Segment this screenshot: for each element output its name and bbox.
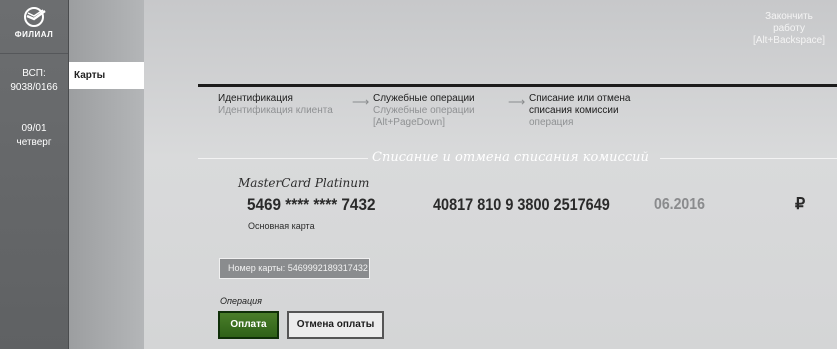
step-commission[interactable]: Списание или отмена списания комиссии оп… [529, 93, 630, 129]
vsp-label: ВСП: [22, 68, 46, 79]
step-identification[interactable]: Идентификация Идентификация клиента [218, 93, 333, 117]
card-number: 5469 **** **** 7432 [247, 195, 376, 214]
step-title: Идентификация [218, 93, 293, 104]
section-line-left [198, 158, 368, 159]
step-subtitle: операция [529, 117, 574, 128]
vsp-code: 9038/0166 [10, 82, 58, 93]
step-title-line2: списания комиссии [529, 105, 619, 116]
section-header: Списание и отмена списания комиссий [198, 150, 837, 168]
logo-text: ФИЛИАЛ [14, 30, 54, 39]
operation-label: Операция [220, 296, 262, 306]
pay-button[interactable]: Оплата [218, 311, 279, 339]
left-rail: ФИЛИАЛ ВСП: 9038/0166 09/01 четверг [0, 0, 69, 349]
header-divider [198, 84, 837, 87]
weekday-value: четверг [16, 137, 52, 148]
card-expiry: 06.2016 [654, 196, 705, 213]
cancel-payment-button[interactable]: Отмена оплаты [287, 311, 384, 339]
finish-line2: работу [773, 23, 805, 34]
vsp-info: ВСП: 9038/0166 [0, 67, 68, 95]
section-line-right [660, 158, 837, 159]
finish-line1: Закончить [765, 11, 813, 22]
section-title: Списание и отмена списания комиссий [372, 150, 649, 165]
currency-ruble-icon: ₽ [795, 196, 806, 213]
date-value: 09/01 [21, 123, 47, 134]
account-number: 40817 810 9 3800 2517649 [433, 195, 610, 214]
step-service-operations[interactable]: Служебные операции Служебные операции [A… [373, 93, 475, 129]
logo-icon [24, 7, 46, 27]
step-subtitle: Служебные операции [373, 105, 475, 116]
card-type: MasterCard Platinum [238, 176, 370, 190]
finish-work-link[interactable]: Закончить работу [Alt+Backspace] [753, 11, 825, 47]
card-number-field: Номер карты: 5469992189317432 [219, 258, 370, 279]
current-date: 09/01 четверг [0, 122, 68, 150]
nav-panel [69, 0, 144, 349]
step-title: Служебные операции [373, 93, 475, 104]
step-title: Списание или отмена [529, 93, 631, 104]
finish-shortcut: [Alt+Backspace] [753, 35, 825, 46]
card-label: Основная карта [248, 221, 315, 231]
step-subtitle: Идентификация клиента [218, 105, 333, 116]
step-shortcut: [Alt+PageDown] [373, 117, 445, 128]
arrow-right-icon: ⟶ [508, 95, 526, 109]
arrow-right-icon: ⟶ [352, 95, 370, 109]
rail-divider [0, 53, 68, 54]
bank-logo: ФИЛИАЛ [0, 6, 68, 39]
